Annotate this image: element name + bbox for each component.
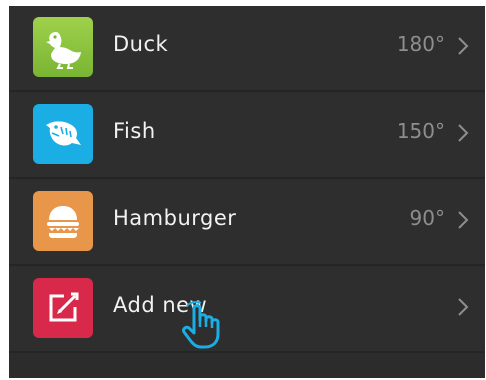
fish-label: Fish xyxy=(113,119,156,143)
hamburger-label: Hamburger xyxy=(113,206,237,230)
hand-cursor-icon xyxy=(182,301,220,349)
list-item-fish[interactable]: Fish 150° xyxy=(9,93,485,179)
list-item-duck[interactable]: Duck 180° xyxy=(9,6,485,92)
item-list: Duck 180° Fish 150° Hamburger 90° Add ne… xyxy=(9,6,485,378)
list-item-hamburger[interactable]: Hamburger 90° xyxy=(9,180,485,266)
add-new-button[interactable]: Add new xyxy=(9,267,485,353)
hamburger-tile xyxy=(33,191,93,251)
chevron-right-icon xyxy=(458,298,469,316)
chevron-right-icon xyxy=(458,124,469,142)
edit-icon xyxy=(33,278,93,338)
chevron-right-icon xyxy=(458,211,469,229)
chevron-right-icon xyxy=(458,37,469,55)
hamburger-temperature: 90° xyxy=(409,206,445,230)
duck-icon xyxy=(33,17,93,77)
duck-temperature: 180° xyxy=(396,32,445,56)
duck-tile xyxy=(33,17,93,77)
hamburger-icon xyxy=(33,191,93,251)
fish-tile xyxy=(33,104,93,164)
fish-icon xyxy=(33,104,93,164)
add-new-tile xyxy=(33,278,93,338)
duck-label: Duck xyxy=(113,32,169,56)
fish-temperature: 150° xyxy=(396,119,445,143)
